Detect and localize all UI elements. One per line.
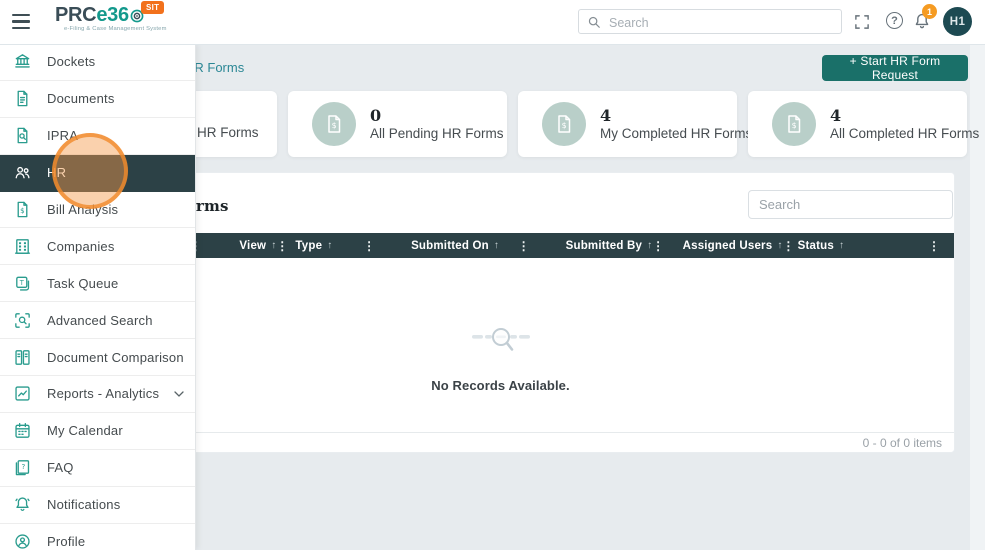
help-icon[interactable]: ? [886,12,903,29]
companies-icon [13,237,32,256]
stat-card-all-completed: $ 4 All Completed HR Forms [748,91,979,157]
sidebar-item-label: Advanced Search [47,312,153,328]
stat-label: My Completed HR Forms [600,125,753,141]
sidebar-item-notifications[interactable]: Notifications [0,486,195,524]
sidebar-item-hr[interactable]: HR [0,154,195,192]
stat-label: All Completed HR Forms [830,125,980,141]
column-header-submitted-by[interactable]: Submitted By ↑ ⋮ [538,233,665,258]
column-header-view[interactable]: View ↑ ⋮ [209,233,288,258]
notification-count-badge: 1 [922,4,937,19]
sidebar-item-label: Notifications [47,497,121,513]
sidebar-item-label: Profile [47,534,86,550]
document-comparison-icon [13,348,32,367]
sidebar-item-label: Bill Analysis [47,202,119,217]
chevron-down-icon [174,391,184,397]
column-menu-icon[interactable]: ⋮ [518,239,530,253]
sidebar-item-task-queue[interactable]: T Task Queue [0,265,195,303]
sidebar-item-documents[interactable]: Documents [0,80,195,118]
sidebar-item-label: IPRA [47,128,79,144]
advanced-search-icon [13,311,32,330]
top-bar: PRC e36 e-Filing & Case Management System… [0,0,985,45]
sidebar-item-label: Companies [47,238,115,254]
documents-icon [13,89,32,108]
bill-analysis-icon: $ [13,200,32,219]
sort-arrow-icon[interactable]: ↑ [839,240,844,251]
stat-label: All Pending HR Forms [370,125,504,141]
column-header-submitted-on[interactable]: Submitted On ↑ ⋮ [383,233,538,258]
column-header-type[interactable]: Type ↑ ⋮ [283,233,383,258]
sidebar-item-profile[interactable]: Profile [0,523,195,550]
stat-value: 0 [370,106,382,126]
logo-tagline: e-Filing & Case Management System [64,26,167,32]
profile-icon [13,532,32,550]
svg-text:?: ? [21,462,25,471]
sidebar-item-label: Document Comparison [47,349,184,365]
stat-value: 4 [600,106,612,126]
sidebar-item-dockets[interactable]: Dockets [0,44,195,81]
sidebar-item-label: HR [47,165,67,181]
pager-info: 0 - 0 of 0 items [862,435,942,450]
dockets-icon [13,52,32,71]
hr-form-doc-icon: $ [542,102,586,146]
fullscreen-icon[interactable] [854,14,870,30]
calendar-icon [13,421,32,440]
reports-analytics-icon [13,384,32,403]
sidebar-item-companies[interactable]: Companies [0,228,195,266]
column-label: Submitted On [411,239,489,252]
sidebar-item-label: Task Queue [47,275,119,291]
column-label: View [239,239,267,252]
faq-icon: ? [13,458,32,477]
svg-text:$: $ [792,121,797,130]
hr-form-doc-icon: $ [772,102,816,146]
hamburger-menu-icon[interactable] [12,14,30,29]
environment-badge: SIT [141,1,165,14]
stat-card-all-pending: $ 0 All Pending HR Forms [288,91,507,157]
column-label: Type [295,239,323,252]
search-icon [588,16,600,28]
grid-search-input[interactable] [748,190,953,219]
stat-card-my-completed: $ 4 My Completed HR Forms [518,91,752,157]
task-queue-icon: T [13,274,32,293]
start-hr-form-request-button[interactable]: + Start HR Form Request [822,54,968,82]
sort-arrow-icon[interactable]: ↑ [494,240,499,251]
ipra-icon [13,126,32,145]
column-header-status[interactable]: Status ↑ ⋮ [781,233,954,258]
sidebar-item-my-calendar[interactable]: My Calendar [0,412,195,450]
global-search [578,9,842,34]
svg-text:$: $ [562,121,567,130]
sidebar-item-label: FAQ [47,460,74,476]
sidebar-item-label: Dockets [47,54,96,70]
svg-text:$: $ [332,121,337,130]
sidebar-item-label: Reports - Analytics [47,386,160,402]
stat-value: 4 [830,106,842,126]
sidebar-item-document-comparison[interactable]: Document Comparison [0,339,195,377]
sidebar-item-advanced-search[interactable]: Advanced Search [0,302,195,340]
column-header-assigned-users[interactable]: Assigned Users ↑ ⋮ [656,233,795,258]
hr-icon [13,163,32,182]
sidebar-item-ipra[interactable]: IPRA [0,117,195,155]
sidebar-item-label: My Calendar [47,423,123,439]
svg-text:$: $ [20,206,25,215]
sidebar-item-faq[interactable]: ? FAQ [0,449,195,487]
column-menu-icon[interactable]: ⋮ [928,239,940,253]
global-search-input[interactable] [607,11,839,34]
sort-arrow-icon[interactable]: ↑ [327,240,332,251]
sidebar-item-reports-analytics[interactable]: Reports - Analytics [0,376,195,413]
svg-text:T: T [19,279,25,287]
sidebar-item-label: Documents [47,91,115,107]
hr-form-doc-icon: $ [312,102,356,146]
column-menu-icon[interactable]: ⋮ [363,239,375,253]
column-label: Assigned Users [682,239,773,252]
notifications-icon [13,495,32,514]
user-avatar[interactable]: H1 [943,7,972,36]
sidebar-item-bill-analysis[interactable]: $ Bill Analysis [0,191,195,229]
sidebar-navigation: Dockets Documents IPRA HR $ Bill Analysi… [0,44,196,550]
column-label: Submitted By [565,239,643,252]
column-label: Status [797,239,834,252]
no-records-magnifier-icon [471,328,530,351]
